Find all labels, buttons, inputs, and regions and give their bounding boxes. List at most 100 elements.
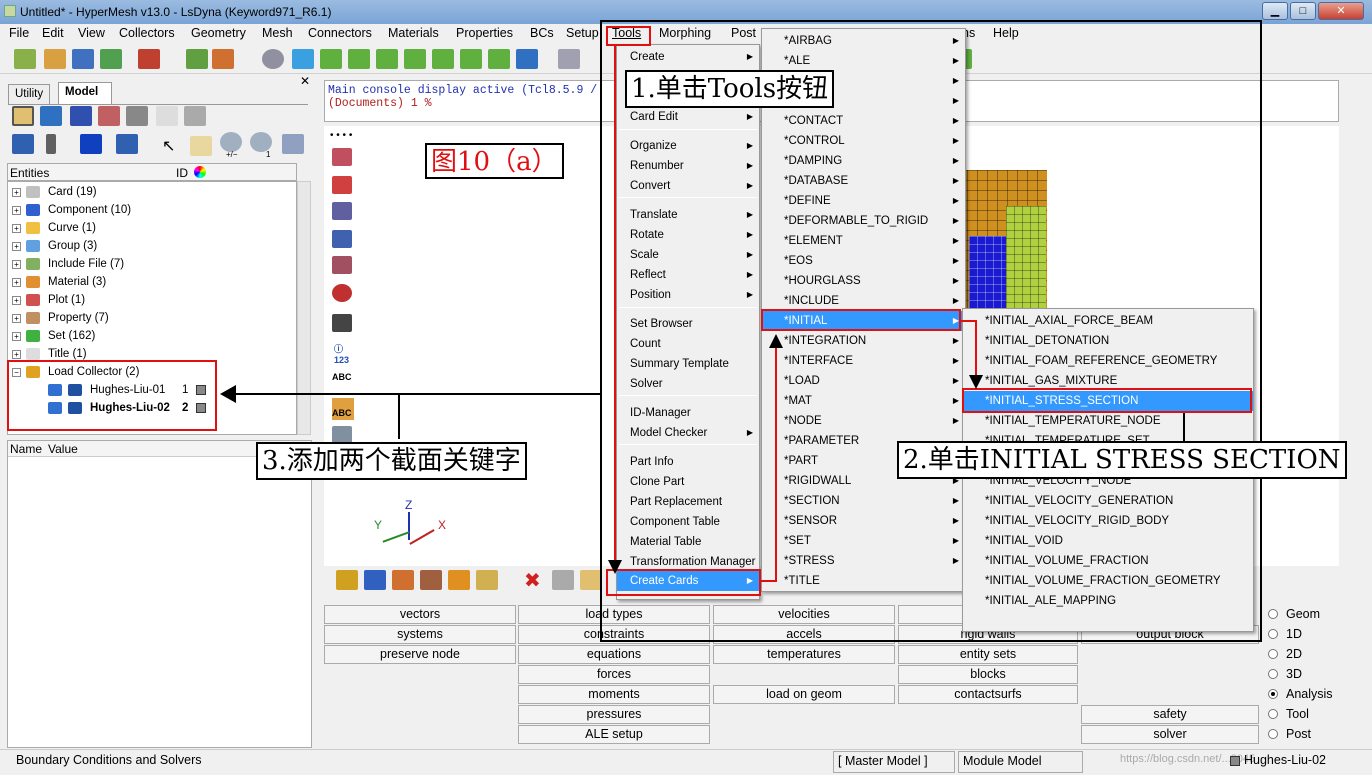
element-icon[interactable] (332, 256, 352, 274)
menu-bcs[interactable]: BCs (530, 26, 554, 41)
menu-file[interactable]: File (9, 26, 29, 41)
cards-menu-item-hourglass[interactable]: *HOURGLASS ▶ (762, 271, 965, 291)
menu-connectors[interactable]: Connectors (308, 26, 372, 41)
tools-menu-item-model-checker[interactable]: Model Checker ▶ (617, 423, 759, 443)
forces-button[interactable]: forces (518, 665, 710, 684)
material-collector-icon[interactable] (392, 570, 414, 590)
radio-1d-circle[interactable] (1268, 629, 1278, 639)
cards-menu-item-eos[interactable]: *EOS ▶ (762, 251, 965, 271)
tab-utility[interactable]: Utility (8, 84, 50, 104)
radio-analysis[interactable]: Analysis (1268, 685, 1333, 703)
new-icon[interactable] (14, 49, 36, 69)
equations-button[interactable]: equations (518, 645, 710, 664)
collector-icon[interactable] (336, 570, 358, 590)
organize-icon[interactable] (476, 570, 498, 590)
tree-item-component[interactable]: + Component (10) (8, 201, 293, 219)
tools-menu-item-part-replacement[interactable]: Part Replacement (617, 492, 759, 512)
header-id[interactable]: ID (176, 166, 188, 180)
preserve-node-button[interactable]: preserve node (324, 645, 516, 664)
menu-materials[interactable]: Materials (388, 26, 439, 41)
menu-mesh[interactable]: Mesh (262, 26, 293, 41)
radio-post-circle[interactable] (1268, 729, 1278, 739)
initial-menu-item-initial-volume-fraction-geometry[interactable]: *INITIAL_VOLUME_FRACTION_GEOMETRY (963, 571, 1253, 591)
binoculars-icon[interactable] (332, 314, 352, 332)
open-icon[interactable] (44, 49, 66, 69)
menu-setup[interactable]: Setup (566, 26, 599, 41)
undo-icon[interactable] (282, 134, 304, 154)
pressures-button[interactable]: pressures (518, 705, 710, 724)
tools-menu-item-create[interactable]: Create ▶ (617, 47, 759, 67)
load-types-button[interactable]: load types (518, 605, 710, 624)
property-collector-icon[interactable] (420, 570, 442, 590)
cards-menu-item-load[interactable]: *LOAD ▶ (762, 371, 965, 391)
tab-model[interactable]: Model (58, 82, 112, 104)
palette-icon[interactable] (212, 49, 234, 69)
maximize-button[interactable]: □ (1290, 2, 1316, 20)
rotate-view-icon[interactable] (404, 49, 426, 69)
tools-menu-item-clone-part[interactable]: Clone Part (617, 472, 759, 492)
color-wheel-icon[interactable] (194, 166, 206, 178)
tools-menu-item-reflect[interactable]: Reflect ▶ (617, 265, 759, 285)
component-collector-icon[interactable] (364, 570, 386, 590)
cards-menu-item-element[interactable]: *ELEMENT ▶ (762, 231, 965, 251)
tools-menu-item-solver[interactable]: Solver (617, 374, 759, 394)
tools-menu-item-id-manager[interactable]: ID-Manager (617, 403, 759, 423)
tools-menu-item-convert[interactable]: Convert ▶ (617, 176, 759, 196)
mask-icon[interactable] (332, 148, 352, 166)
initial-menu-item-initial-velocity-rigid-body[interactable]: *INITIAL_VELOCITY_RIGID_BODY (963, 511, 1253, 531)
menu-post[interactable]: Post (731, 26, 756, 41)
initial-menu-item-initial-velocity-generation[interactable]: *INITIAL_VELOCITY_GENERATION (963, 491, 1253, 511)
export-icon[interactable] (138, 49, 160, 69)
cursor-icon[interactable]: ↖ (162, 136, 175, 156)
browser-tool-icon-6[interactable] (156, 106, 178, 126)
browser-tool-icon-7[interactable] (184, 106, 206, 126)
radio-geom[interactable]: Geom (1268, 605, 1320, 623)
radio-tool[interactable]: Tool (1268, 705, 1309, 723)
show-icon[interactable] (220, 132, 242, 152)
abc-load-icon[interactable]: ABC (332, 398, 354, 420)
edit-icon[interactable] (580, 570, 602, 590)
tree-item-include[interactable]: + Include File (7) (8, 255, 293, 273)
menu-view[interactable]: View (78, 26, 105, 41)
cards-menu-item-section[interactable]: *SECTION ▶ (762, 491, 965, 511)
safety-button[interactable]: safety (1081, 705, 1259, 724)
tree-scrollbar[interactable] (297, 181, 311, 435)
cards-menu-item-include[interactable]: *INCLUDE ▶ (762, 291, 965, 311)
menu-morphing[interactable]: Morphing (659, 26, 711, 41)
tools-menu-item-scale[interactable]: Scale ▶ (617, 245, 759, 265)
close-button[interactable]: ✕ (1318, 2, 1364, 20)
menu-collectors[interactable]: Collectors (119, 26, 175, 41)
initial-menu-item-initial-temperature-node[interactable]: *INITIAL_TEMPERATURE_NODE (963, 411, 1253, 431)
tools-menu-item-organize[interactable]: Organize ▶ (617, 136, 759, 156)
shaded-icon[interactable] (332, 202, 352, 220)
component-icon[interactable] (80, 134, 102, 154)
tools-menu-item-position[interactable]: Position ▶ (617, 285, 759, 305)
entity-sets-button[interactable]: entity sets (898, 645, 1078, 664)
cards-menu-item-damping[interactable]: *DAMPING ▶ (762, 151, 965, 171)
show-one-icon[interactable] (250, 132, 272, 152)
master-model-field[interactable]: [ Master Model ] (833, 751, 955, 773)
cards-menu-item-integration[interactable]: *INTEGRATION ▶ (762, 331, 965, 351)
tools-menu-item-set-browser[interactable]: Set Browser (617, 314, 759, 334)
abc-icon[interactable]: ABC (332, 372, 352, 382)
radio-geom-circle[interactable] (1268, 609, 1278, 619)
initial-menu-item-initial-foam-reference-geometry[interactable]: *INITIAL_FOAM_REFERENCE_GEOMETRY (963, 351, 1253, 371)
menu-properties[interactable]: Properties (456, 26, 513, 41)
cards-menu-item-airbag[interactable]: *AIRBAG ▶ (762, 31, 965, 51)
radio-post[interactable]: Post (1268, 725, 1311, 743)
moments-button[interactable]: moments (518, 685, 710, 704)
display-icon[interactable] (12, 134, 34, 154)
tools-menu-item-card-edit[interactable]: Card Edit ▶ (617, 107, 759, 127)
view-left-icon[interactable] (432, 49, 454, 69)
tools-menu-item-material-table[interactable]: Material Table (617, 532, 759, 552)
load-on-geom-button[interactable]: load on geom (713, 685, 895, 704)
cards-menu-item-deformable-to-rigid[interactable]: *DEFORMABLE_TO_RIGID ▶ (762, 211, 965, 231)
cards-menu-item-stress[interactable]: *STRESS ▶ (762, 551, 965, 571)
cards-menu-item-interface[interactable]: *INTERFACE ▶ (762, 351, 965, 371)
ale-setup-button[interactable]: ALE setup (518, 725, 710, 744)
blocks-button[interactable]: blocks (898, 665, 1078, 684)
unmask-icon[interactable] (332, 176, 352, 194)
initial-menu-item-initial-void[interactable]: *INITIAL_VOID (963, 531, 1253, 551)
cards-menu-item-define[interactable]: *DEFINE ▶ (762, 191, 965, 211)
eraser-icon[interactable] (190, 136, 212, 156)
